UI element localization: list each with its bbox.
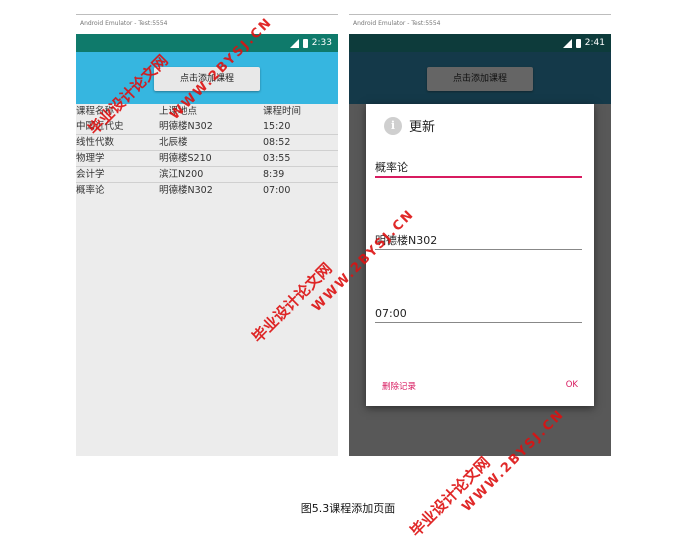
course-name: 物理学	[76, 153, 105, 164]
info-icon: i	[384, 116, 402, 135]
course-time: 03:55	[263, 153, 291, 164]
course-location: 明德楼S210	[159, 153, 212, 164]
course-time: 8:39	[263, 169, 285, 180]
battery-icon	[302, 38, 308, 48]
dialog-actions: 删除记录 OK	[366, 376, 594, 396]
figure-caption: 图5.3课程添加页面	[300, 502, 396, 515]
course-location: 明德楼N302	[159, 185, 213, 196]
course-time: 08:52	[263, 137, 291, 148]
course-time: 15:20	[263, 121, 291, 132]
signal-icon	[289, 38, 299, 48]
status-bar: 2:41	[349, 34, 611, 52]
battery-icon	[575, 38, 581, 48]
course-name: 会计学	[76, 169, 105, 180]
emulator-title: Android Emulator - Test:5554	[76, 14, 338, 34]
header-time: 课程时间	[263, 106, 302, 117]
course-name: 概率论	[76, 185, 105, 196]
time-field[interactable]	[375, 304, 582, 323]
delete-record-button[interactable]: 删除记录	[382, 380, 416, 392]
table-row[interactable]: 物理学 明德楼S210 03:55	[76, 151, 338, 167]
course-name-field[interactable]	[375, 158, 582, 178]
course-time: 07:00	[263, 185, 291, 196]
status-bar: 2:33	[76, 34, 338, 52]
table-row[interactable]: 线性代数 北辰楼 08:52	[76, 135, 338, 151]
course-location: 明德楼N302	[159, 121, 213, 132]
course-location: 滨江N200	[159, 169, 204, 180]
table-row[interactable]: 会计学 滨江N200 8:39	[76, 167, 338, 183]
location-field[interactable]	[375, 231, 582, 250]
ok-button[interactable]: OK	[566, 380, 578, 390]
update-dialog: i 更新 删除记录 OK	[366, 104, 594, 406]
course-name: 线性代数	[76, 137, 115, 148]
course-location: 北辰楼	[159, 137, 188, 148]
signal-icon	[562, 38, 572, 48]
status-time: 2:41	[584, 38, 605, 48]
status-time: 2:33	[311, 38, 332, 48]
emulator-title: Android Emulator - Test:5554	[349, 14, 611, 34]
dialog-title-text: 更新	[409, 120, 436, 135]
table-row[interactable]: 概率论 明德楼N302 07:00	[76, 183, 338, 198]
dialog-title: i 更新	[384, 116, 435, 135]
